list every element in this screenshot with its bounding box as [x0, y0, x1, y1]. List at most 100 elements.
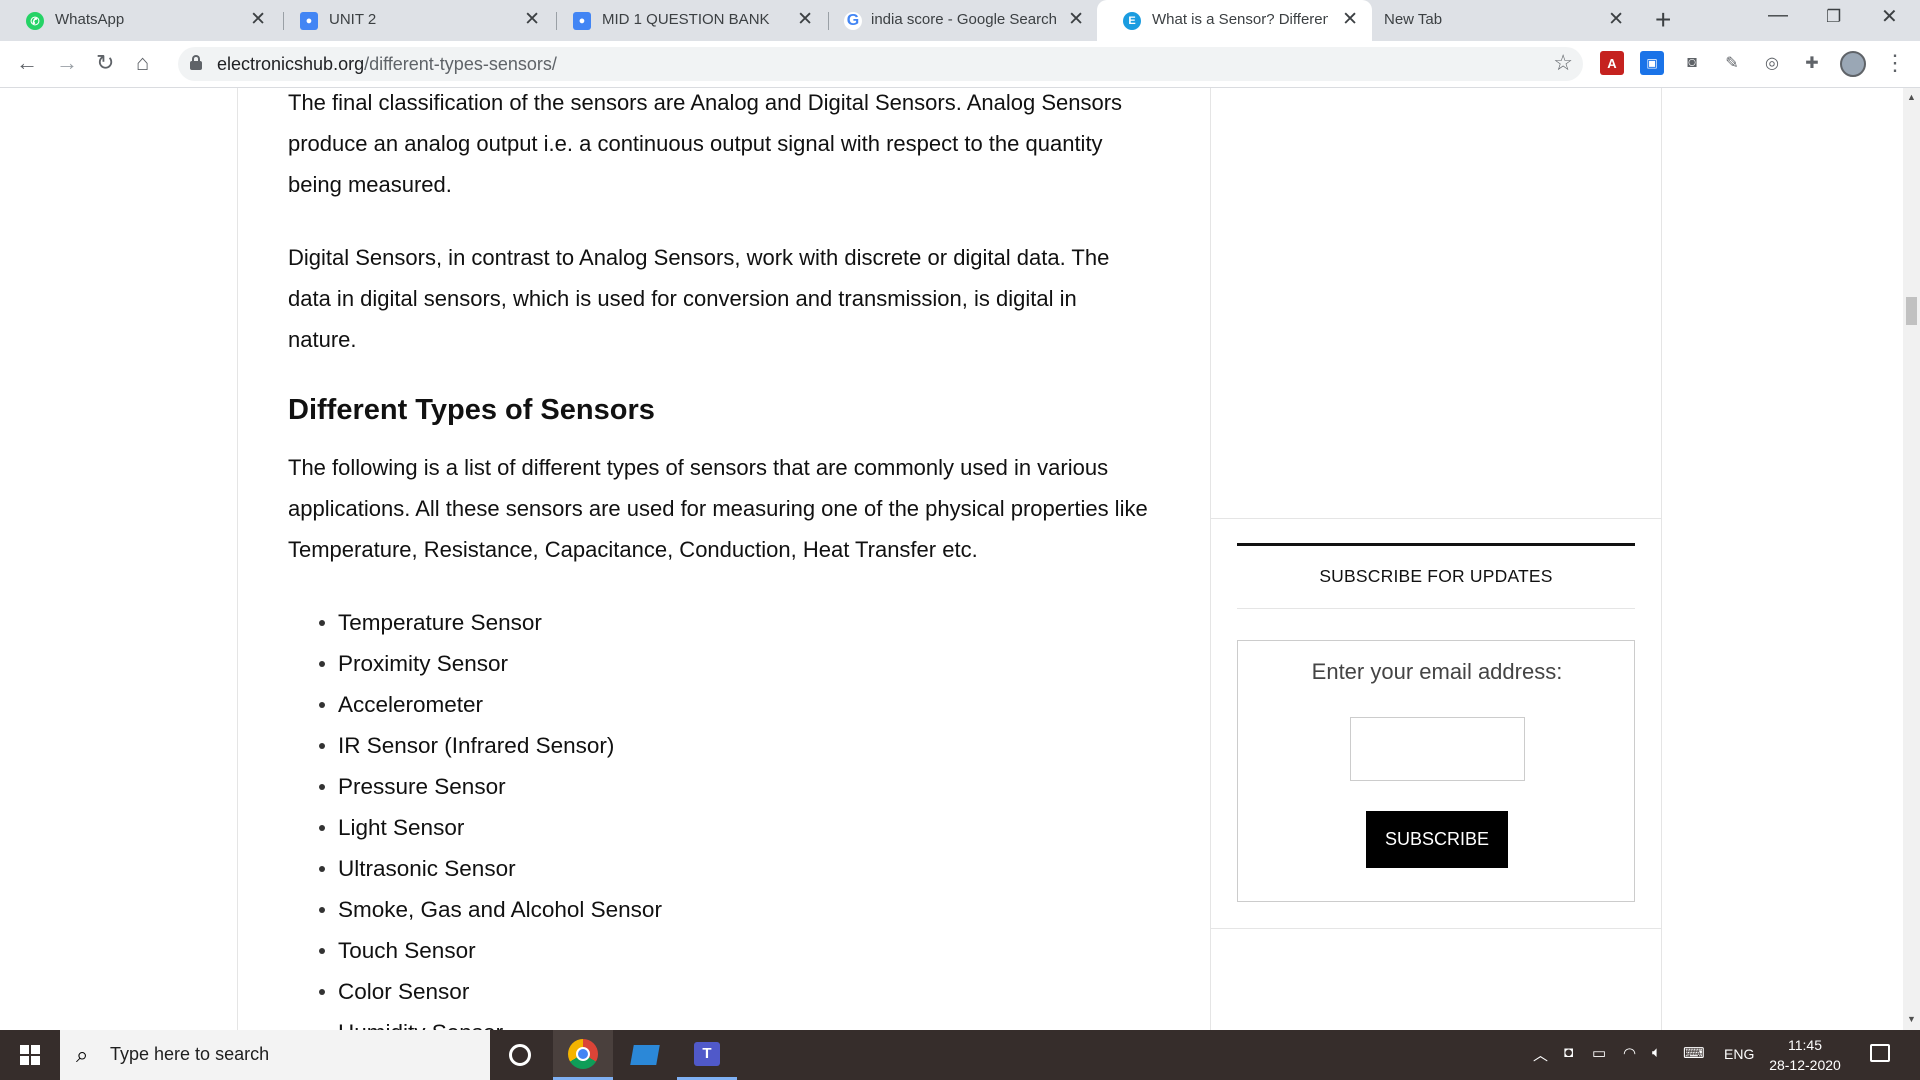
list-item: Smoke, Gas and Alcohol Sensor [288, 889, 1148, 930]
scrollbar-thumb[interactable] [1906, 297, 1917, 325]
clock-time: 11:45 [1788, 1037, 1822, 1053]
show-hidden-icons-icon[interactable]: ︿ [1533, 1044, 1548, 1065]
close-icon[interactable]: ✕ [1342, 9, 1358, 31]
more-menu-icon[interactable]: ⋮ [1884, 50, 1906, 76]
classroom-icon: ● [300, 12, 318, 30]
close-icon[interactable]: ✕ [1068, 9, 1084, 31]
paragraph-sensor-list-intro: The following is a list of different typ… [288, 455, 1148, 562]
url-host: electronicshub.org [217, 54, 365, 74]
home-icon[interactable]: ⌂ [136, 49, 149, 77]
tab-unit-2[interactable]: ● UNIT 2 ✕ [274, 0, 554, 41]
lock-icon[interactable] [190, 55, 202, 70]
list-item: Accelerometer [288, 684, 1148, 725]
url-path: /different-types-sensors/ [364, 54, 557, 74]
windows-taskbar: ⌕ Type here to search T ︿ ◘ ▭ ◠ 🔈︎ ⌨ ENG… [0, 1030, 1920, 1080]
screen-capture-extension-icon[interactable]: ▣ [1640, 51, 1664, 75]
cortana-button[interactable] [490, 1030, 550, 1080]
list-item: Pressure Sensor [288, 766, 1148, 807]
taskbar-search-placeholder: Type here to search [110, 1044, 270, 1064]
close-window-icon[interactable]: ✕ [1881, 4, 1898, 29]
profile-avatar[interactable] [1840, 51, 1866, 77]
cortana-icon [509, 1044, 531, 1066]
bookmark-star-icon[interactable]: ☆ [1553, 50, 1573, 76]
wifi-icon[interactable]: ◠ [1623, 1044, 1636, 1062]
close-icon[interactable]: ✕ [524, 9, 540, 31]
address-bar[interactable]: electronicshub.org/different-types-senso… [178, 47, 1583, 81]
system-clock[interactable]: 11:45 28-12-2020 [1760, 1035, 1850, 1075]
list-item: IR Sensor (Infrared Sensor) [288, 725, 1148, 766]
scroll-up-icon[interactable]: ▲ [1907, 92, 1916, 102]
google-icon: G [844, 12, 862, 30]
classroom-icon: ● [573, 12, 591, 30]
paragraph-digital-sensors: Digital Sensors, in contrast to Analog S… [288, 245, 1110, 352]
close-icon[interactable]: ✕ [797, 9, 813, 31]
tab-electronicshub[interactable]: E What is a Sensor? Different T ✕ [1097, 0, 1372, 41]
adobe-pdf-extension-icon[interactable]: A [1600, 51, 1624, 75]
taskbar-chrome[interactable] [553, 1030, 613, 1080]
email-label: Enter your email address: [1311, 659, 1563, 684]
tab-mid-1-question-bank[interactable]: ● MID 1 QUESTION BANK ✕ [547, 0, 827, 41]
content-right-border [1661, 88, 1662, 1030]
subscribe-button[interactable]: SUBSCRIBE [1366, 811, 1508, 868]
list-item: Light Sensor [288, 807, 1148, 848]
taskbar-search-box[interactable]: ⌕ Type here to search [60, 1030, 490, 1080]
widget-title-underline [1237, 608, 1635, 609]
section-heading: Different Types of Sensors [288, 394, 655, 426]
subscribe-widget-title: SUBSCRIBE FOR UPDATES [1319, 566, 1553, 586]
tab-title: New Tab [1384, 11, 1443, 28]
tab-title: WhatsApp [55, 11, 125, 28]
chrome-icon [568, 1038, 598, 1069]
code-extension-icon[interactable]: ◎ [1760, 51, 1784, 75]
browser-toolbar: ← → ↻ ⌂ electronicshub.org/different-typ… [0, 41, 1920, 88]
paragraph-analog-digital: The final classification of the sensors … [288, 90, 1123, 197]
battery-icon[interactable]: ▭ [1592, 1044, 1606, 1062]
list-item: Humidity Sensor [288, 1012, 1148, 1030]
list-item: Ultrasonic Sensor [288, 848, 1148, 889]
article-body: The final classification of the sensors … [288, 88, 1148, 1030]
restore-icon[interactable]: ❐ [1826, 7, 1841, 27]
list-item: Touch Sensor [288, 930, 1148, 971]
tab-title: What is a Sensor? Different T [1152, 11, 1328, 28]
widget-top-bar [1237, 543, 1635, 546]
tab-title: UNIT 2 [329, 11, 377, 28]
taskbar-screen-app[interactable] [615, 1030, 675, 1080]
close-icon[interactable]: ✕ [1608, 9, 1624, 31]
clock-date: 28-12-2020 [1769, 1057, 1841, 1073]
input-language[interactable]: ENG [1724, 1046, 1754, 1062]
sidebar: SUBSCRIBE FOR UPDATES Enter your email a… [1211, 88, 1661, 1030]
sidebar-divider [1211, 928, 1661, 929]
tab-title: india score - Google Search [871, 11, 1057, 28]
close-icon[interactable]: ✕ [250, 9, 266, 31]
page-viewport: The final classification of the sensors … [0, 88, 1903, 1030]
tab-new-tab[interactable]: New Tab ✕ [1358, 0, 1638, 41]
email-field[interactable] [1350, 717, 1525, 781]
content-left-border [237, 88, 238, 1030]
sidebar-divider [1211, 518, 1661, 519]
tab-google-search[interactable]: G india score - Google Search ✕ [818, 0, 1098, 41]
notification-center-icon[interactable] [1870, 1044, 1890, 1062]
extensions-puzzle-icon[interactable]: ✚ [1800, 51, 1824, 75]
url-text[interactable]: electronicshub.org/different-types-senso… [217, 54, 557, 75]
minimize-icon[interactable]: — [1768, 4, 1788, 27]
tab-strip: ✆ WhatsApp ✕ ● UNIT 2 ✕ ● MID 1 QUESTION… [0, 0, 1920, 41]
camera-extension-icon[interactable]: ◙ [1680, 51, 1704, 75]
list-item: Proximity Sensor [288, 643, 1148, 684]
volume-icon[interactable]: 🔈︎ [1652, 1044, 1661, 1061]
meet-now-icon[interactable]: ◘ [1564, 1044, 1573, 1061]
taskbar-teams[interactable]: T [677, 1030, 737, 1080]
tab-whatsapp[interactable]: ✆ WhatsApp ✕ [0, 0, 280, 41]
electronicshub-icon: E [1123, 12, 1141, 30]
back-icon[interactable]: ← [16, 49, 38, 77]
whatsapp-icon: ✆ [26, 12, 44, 30]
touch-keyboard-icon[interactable]: ⌨ [1683, 1044, 1705, 1062]
tab-title: MID 1 QUESTION BANK [602, 11, 770, 28]
windows-start-icon[interactable] [20, 1045, 40, 1065]
new-tab-icon[interactable]: + [1655, 5, 1671, 35]
forward-icon[interactable]: → [56, 49, 78, 77]
reload-icon[interactable]: ↻ [96, 49, 114, 77]
list-item: Color Sensor [288, 971, 1148, 1012]
sensor-type-list: Temperature Sensor Proximity Sensor Acce… [288, 602, 1148, 1030]
page-scrollbar[interactable]: ▲ ▼ [1903, 88, 1920, 1030]
scroll-down-icon[interactable]: ▼ [1907, 1014, 1916, 1024]
eyedropper-extension-icon[interactable]: ✎ [1720, 51, 1744, 75]
